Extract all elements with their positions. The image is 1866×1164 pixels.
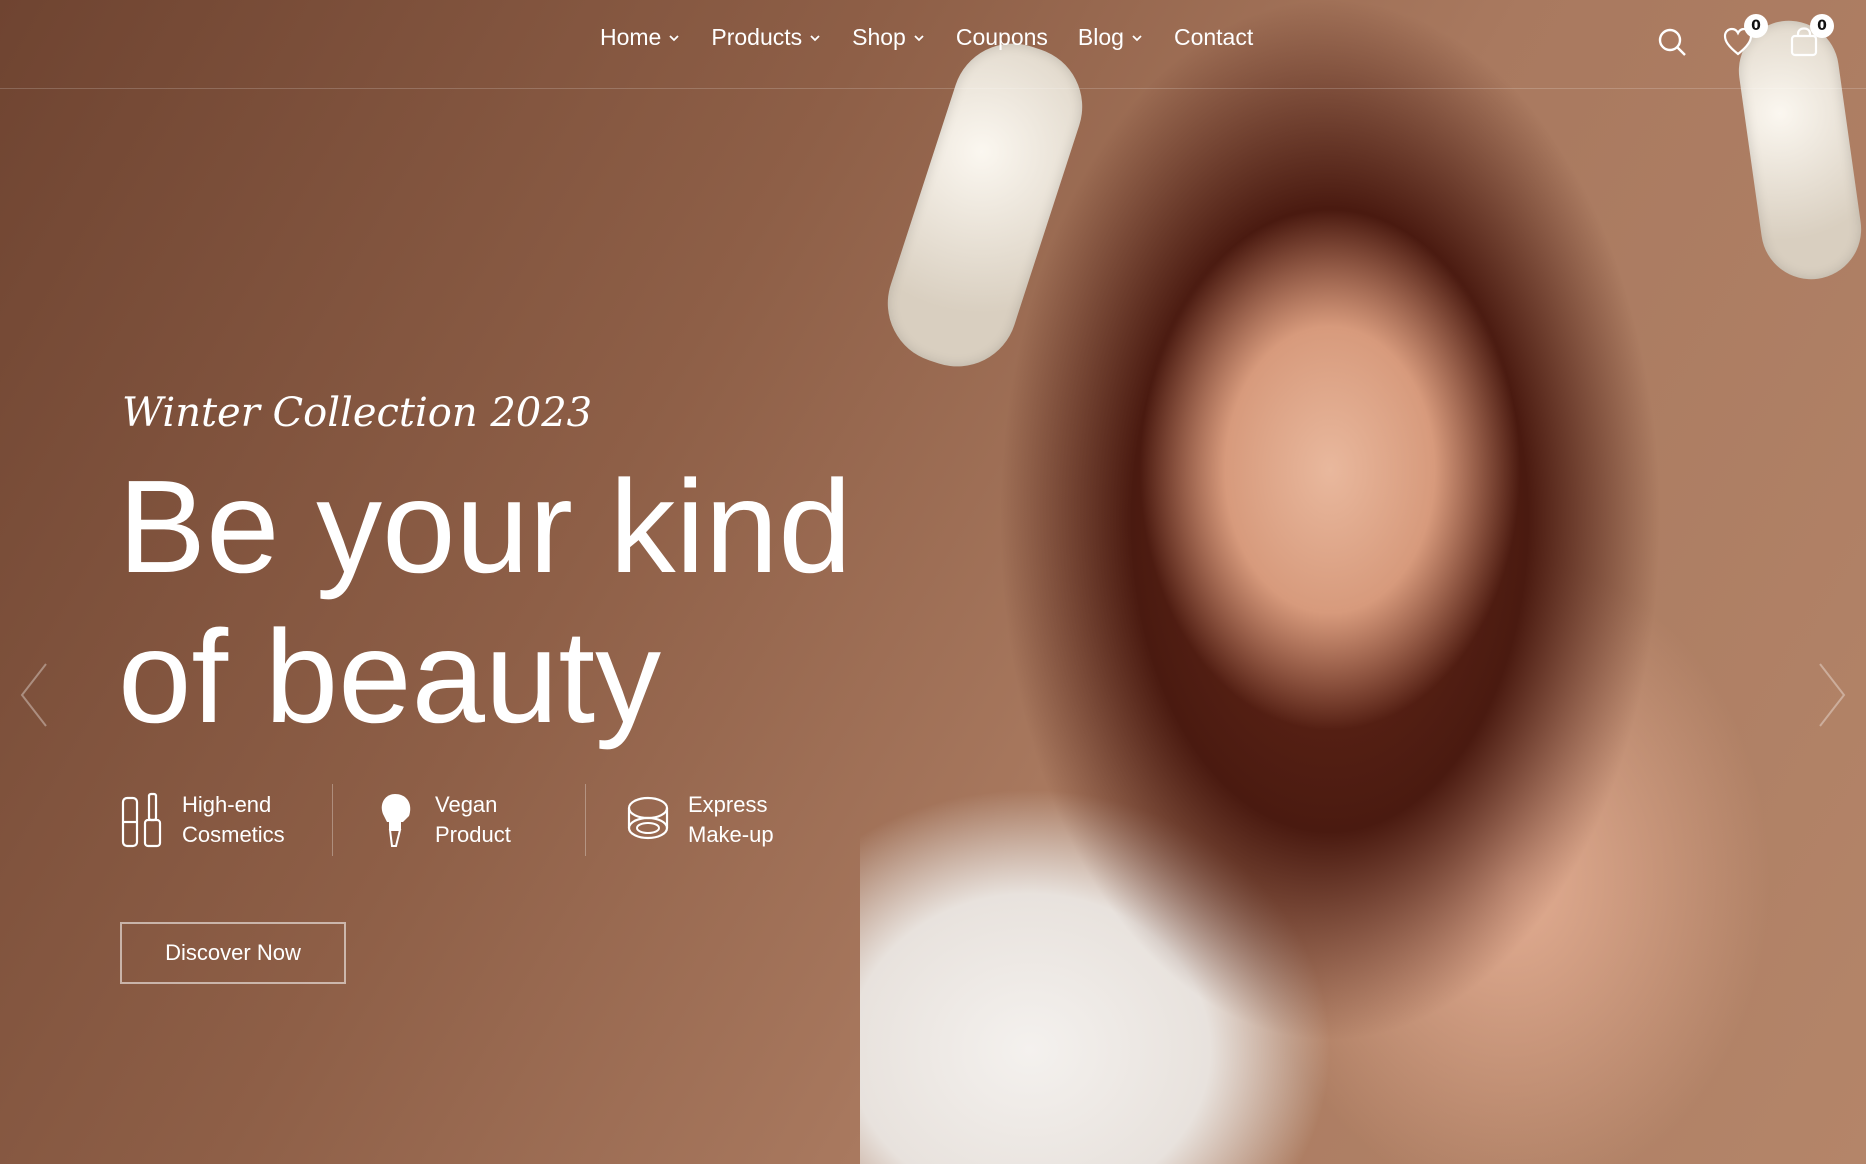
cosmetics-icon xyxy=(121,792,162,848)
discover-now-button[interactable]: Discover Now xyxy=(120,922,346,984)
nav-label: Contact xyxy=(1173,24,1254,50)
search-icon[interactable] xyxy=(1656,26,1688,58)
header-actions: 0 0 xyxy=(1656,14,1834,58)
nav-item-home[interactable]: Home xyxy=(600,24,681,51)
nav-item-coupons[interactable]: Coupons xyxy=(956,24,1048,51)
nav-item-contact[interactable]: Contact xyxy=(1174,24,1253,51)
brush-icon xyxy=(381,794,411,847)
chevron-down-icon xyxy=(669,34,679,41)
heart-icon[interactable]: 0 xyxy=(1722,14,1768,58)
feature-item: High-end Cosmetics xyxy=(120,784,333,856)
hero-headline: Be your kind of beauty xyxy=(118,453,852,750)
nav-item-shop[interactable]: Shop xyxy=(852,24,926,51)
feature-label: High-end Cosmetics xyxy=(182,792,285,847)
compact-icon xyxy=(627,796,669,840)
nav-label: Products xyxy=(711,24,803,50)
chevron-down-icon xyxy=(810,34,820,41)
feature-label: Express Make-up xyxy=(688,792,774,847)
nav-item-products[interactable]: Products xyxy=(711,24,822,51)
hero-page: Home Products Shop Coupons Blog Contact xyxy=(0,0,1866,1164)
nav-label: Shop xyxy=(852,24,906,50)
main-nav: Home Products Shop Coupons Blog Contact xyxy=(600,24,1253,51)
slider-next-arrow[interactable] xyxy=(1812,660,1852,730)
chevron-down-icon xyxy=(1132,34,1142,41)
site-header: Home Products Shop Coupons Blog Contact xyxy=(0,0,1866,89)
shopping-bag-icon[interactable]: 0 xyxy=(1788,14,1834,58)
wishlist-count-badge: 0 xyxy=(1744,14,1768,38)
nav-label: Blog xyxy=(1077,24,1124,50)
slider-prev-arrow[interactable] xyxy=(14,660,54,730)
nav-label: Home xyxy=(600,24,662,50)
hero-tagline: Winter Collection 2023 xyxy=(122,390,593,436)
feature-item: Express Make-up xyxy=(626,784,838,856)
feature-label: Vegan Product xyxy=(435,792,511,847)
feature-item: Vegan Product xyxy=(373,784,586,856)
cart-count-badge: 0 xyxy=(1810,14,1834,38)
hero-model-image xyxy=(860,0,1866,1164)
nav-item-blog[interactable]: Blog xyxy=(1078,24,1144,51)
feature-list: High-end Cosmetics Vegan Product Express… xyxy=(120,784,878,856)
nav-label: Coupons xyxy=(955,24,1048,50)
chevron-down-icon xyxy=(914,34,924,41)
